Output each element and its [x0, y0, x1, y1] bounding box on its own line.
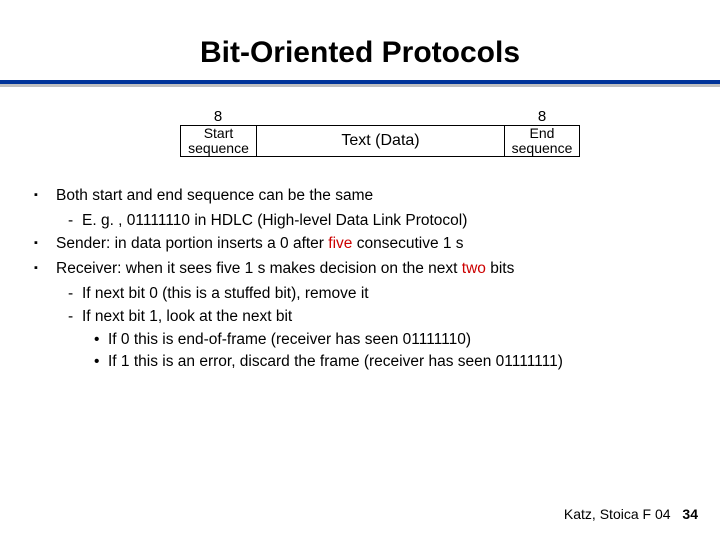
title-rule [0, 80, 720, 87]
footer: Katz, Stoica F 04 34 [564, 506, 698, 522]
frame-data-cell: Text (Data) [256, 125, 504, 157]
bullet-1: Both start and end sequence can be the s… [26, 186, 700, 207]
bullet-1a: E. g. , 01111110 in HDLC (High-level Dat… [26, 211, 700, 232]
frame-bit-labels: 8 8 [180, 108, 580, 125]
frame-diagram: 8 8 Start sequence Text (Data) End seque… [180, 108, 580, 157]
footer-credit: Katz, Stoica F 04 [564, 506, 671, 522]
bullet-3a: If next bit 0 (this is a stuffed bit), r… [26, 284, 700, 305]
frame-row: Start sequence Text (Data) End sequence [180, 125, 580, 157]
frame-start-cell: Start sequence [180, 125, 256, 157]
body-content: Both start and end sequence can be the s… [26, 186, 700, 375]
slide: Bit-Oriented Protocols 8 8 Start sequenc… [0, 0, 720, 540]
bullet-2-pre: Sender: in data portion inserts a 0 afte… [56, 235, 328, 252]
bullet-2-highlight: five [328, 235, 352, 252]
bits-left-label: 8 [180, 108, 256, 125]
bullet-3b2: If 1 this is an error, discard the frame… [26, 352, 700, 373]
bullet-3b1: If 0 this is end-of-frame (receiver has … [26, 330, 700, 351]
bullet-3: Receiver: when it sees five 1 s makes de… [26, 259, 700, 280]
frame-end-cell: End sequence [504, 125, 580, 157]
bullet-2-post: consecutive 1 s [352, 235, 463, 252]
slide-title: Bit-Oriented Protocols [0, 0, 720, 80]
bullet-3-post: bits [486, 260, 514, 277]
page-number: 34 [682, 506, 698, 522]
bullet-3-highlight: two [462, 260, 486, 277]
bullet-2: Sender: in data portion inserts a 0 afte… [26, 234, 700, 255]
bits-right-label: 8 [504, 108, 580, 125]
bullet-3-pre: Receiver: when it sees five 1 s makes de… [56, 260, 462, 277]
bullet-3b: If next bit 1, look at the next bit [26, 307, 700, 328]
